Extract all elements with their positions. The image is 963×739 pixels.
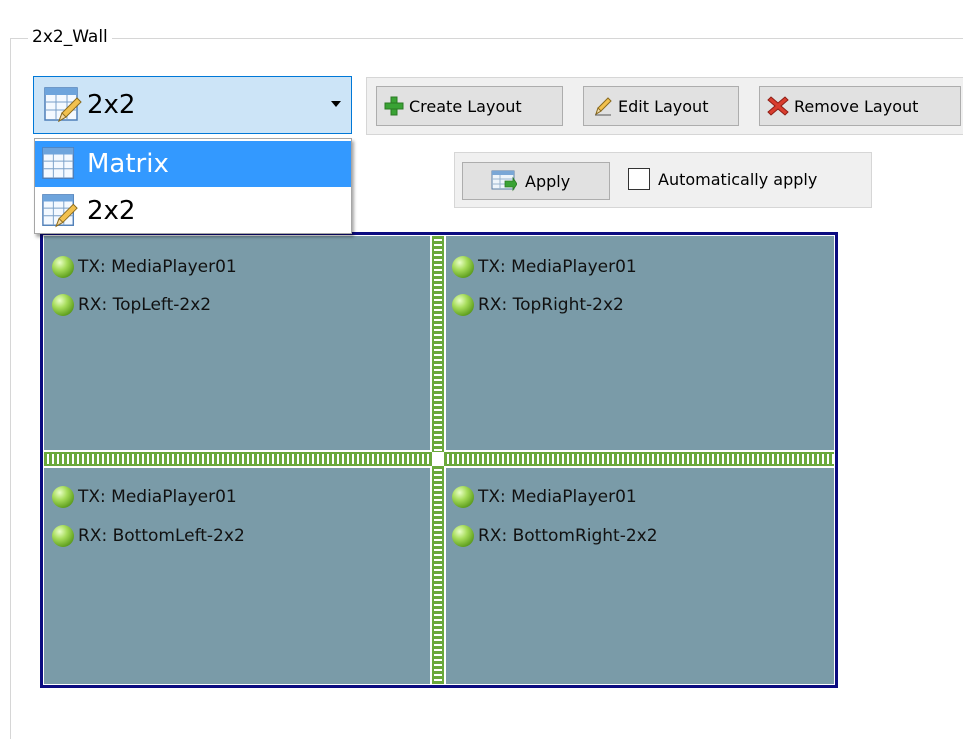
wall-cell-top-left[interactable]: TX: MediaPlayer01 RX: TopLeft-2x2 (44, 236, 430, 450)
apply-label: Apply (525, 171, 571, 191)
remove-layout-button[interactable]: Remove Layout (759, 86, 961, 126)
status-dot-icon (52, 525, 74, 547)
wall-cell-bottom-right[interactable]: TX: MediaPlayer01 RX: BottomRight-2x2 (446, 468, 834, 684)
tx-line: TX: MediaPlayer01 (52, 256, 237, 278)
tx-line: TX: MediaPlayer01 (452, 486, 637, 508)
automatically-apply-label[interactable]: Automatically apply (658, 170, 817, 189)
dropdown-item-label: Matrix (87, 149, 169, 179)
x-icon (766, 94, 790, 118)
rx-line: RX: TopLeft-2x2 (52, 294, 211, 316)
status-dot-icon (52, 486, 74, 508)
apply-button[interactable]: Apply (462, 162, 610, 200)
edit-layout-label: Edit Layout (618, 96, 709, 116)
apply-icon (491, 170, 517, 192)
rx-label: RX: TopLeft-2x2 (78, 295, 212, 315)
layout-select-value: 2x2 (87, 90, 136, 120)
tx-label: TX: MediaPlayer01 (78, 257, 237, 277)
status-dot-icon (52, 256, 74, 278)
wall-cell-bottom-left[interactable]: TX: MediaPlayer01 RX: BottomLeft-2x2 (44, 468, 430, 684)
status-dot-icon (452, 525, 474, 547)
edit-layout-button[interactable]: Edit Layout (583, 86, 739, 126)
tx-label: TX: MediaPlayer01 (478, 487, 637, 507)
groupbox-title: 2x2_Wall (28, 27, 112, 47)
tx-line: TX: MediaPlayer01 (52, 486, 237, 508)
remove-layout-label: Remove Layout (794, 96, 919, 116)
wall-cell-top-right[interactable]: TX: MediaPlayer01 RX: TopRight-2x2 (446, 236, 834, 450)
status-dot-icon (52, 294, 74, 316)
create-layout-label: Create Layout (409, 96, 522, 116)
automatically-apply-checkbox[interactable] (628, 168, 650, 190)
chevron-down-icon[interactable] (331, 101, 341, 107)
status-dot-icon (452, 294, 474, 316)
rx-line: RX: TopRight-2x2 (452, 294, 624, 316)
rx-line: RX: BottomLeft-2x2 (52, 525, 245, 547)
rx-label: RX: TopRight-2x2 (478, 295, 624, 315)
tx-label: TX: MediaPlayer01 (478, 257, 637, 277)
status-dot-icon (452, 256, 474, 278)
dropdown-item-label: 2x2 (87, 196, 136, 226)
dropdown-item-2x2[interactable]: 2x2 (35, 188, 351, 234)
pencil-icon (592, 95, 614, 117)
status-dot-icon (452, 486, 474, 508)
plus-icon (383, 95, 405, 117)
rx-line: RX: BottomRight-2x2 (452, 525, 658, 547)
layout-dropdown-list: Matrix 2x2 (34, 138, 352, 234)
layout-edit-icon (41, 192, 79, 230)
tx-label: TX: MediaPlayer01 (78, 487, 237, 507)
tx-line: TX: MediaPlayer01 (452, 256, 637, 278)
rx-label: RX: BottomLeft-2x2 (78, 526, 245, 546)
splitter-intersection (432, 452, 444, 466)
create-layout-button[interactable]: Create Layout (376, 86, 563, 126)
layout-edit-icon (41, 145, 79, 183)
rx-label: RX: BottomRight-2x2 (478, 526, 658, 546)
dropdown-item-matrix[interactable]: Matrix (35, 141, 351, 187)
layout-select[interactable]: 2x2 (33, 76, 352, 134)
layout-edit-icon (43, 85, 83, 125)
